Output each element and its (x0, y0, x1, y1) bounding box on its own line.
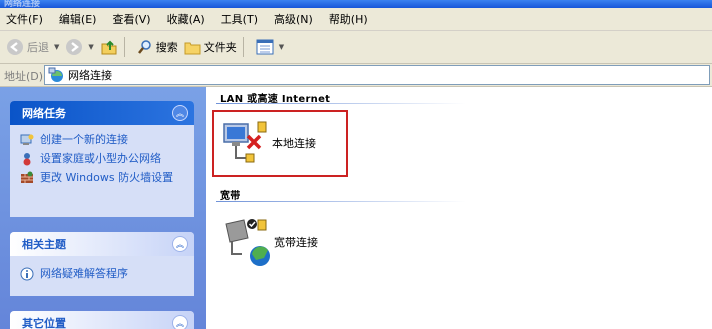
up-folder-button[interactable] (100, 38, 118, 56)
menu-help[interactable]: 帮助(H) (323, 11, 378, 27)
search-icon (137, 40, 151, 54)
network-tasks-title: 网络任务 (22, 107, 66, 120)
network-tasks-panel: 网络任务 ︽ 创建一个新的连接 设置家庭或小型办公网络 更改 Windows 防… (10, 101, 194, 217)
task-firewall-settings[interactable]: 更改 Windows 防火墙设置 (10, 168, 194, 187)
related-topics-panel: 相关主题 ︽ 网络疑难解答程序 (10, 232, 194, 296)
info-icon (20, 267, 34, 281)
title-bar: 网络连接 (0, 0, 712, 9)
chevron-down-icon: ▼ (278, 43, 285, 51)
address-input[interactable]: 网络连接 (44, 65, 710, 85)
menu-view[interactable]: 查看(V) (106, 11, 160, 27)
task-network-troubleshooter[interactable]: 网络疑难解答程序 (10, 264, 194, 283)
chevron-down-icon: ▼ (54, 43, 60, 51)
address-bar: 地址(D) 网络连接 (0, 64, 712, 87)
firewall-icon (21, 171, 33, 183)
back-label: 后退 (27, 41, 49, 54)
connection-label: 宽带连接 (274, 236, 318, 249)
task-label: 网络疑难解答程序 (40, 267, 128, 280)
search-button[interactable]: 搜索 (137, 39, 178, 55)
task-label: 创建一个新的连接 (40, 133, 128, 146)
menu-edit[interactable]: 编辑(E) (53, 11, 107, 27)
address-value: 网络连接 (68, 69, 112, 82)
menu-tools[interactable]: 工具(T) (215, 11, 268, 27)
toolbar-separator (242, 37, 244, 57)
views-button[interactable]: ▼ (256, 39, 284, 55)
toolbar: 后退 ▼ ▼ 搜索 文件夹 ▼ (0, 31, 712, 64)
task-home-network[interactable]: 设置家庭或小型办公网络 (10, 149, 194, 168)
group-divider (216, 103, 466, 104)
group-divider (216, 201, 466, 202)
related-topics-title: 相关主题 (22, 238, 66, 251)
menu-bar: 文件(F) 编辑(E) 查看(V) 收藏(A) 工具(T) 高级(N) 帮助(H… (0, 8, 712, 31)
folders-button[interactable]: 文件夹 (184, 39, 237, 55)
address-label: 地址(D) (4, 70, 44, 83)
home-network-icon (23, 153, 31, 166)
other-places-title: 其它位置 (22, 317, 66, 329)
task-pane: 网络任务 ︽ 创建一个新的连接 设置家庭或小型办公网络 更改 Windows 防… (0, 87, 206, 329)
chevron-down-icon: ▼ (88, 43, 94, 51)
collapse-icon[interactable]: ︽ (172, 236, 188, 252)
connection-item-broadband[interactable]: 宽带连接 (220, 214, 318, 270)
task-label: 更改 Windows 防火墙设置 (40, 171, 174, 184)
broadband-connection-icon (225, 219, 270, 266)
network-tasks-header[interactable]: 网络任务 ︽ (10, 101, 194, 125)
task-create-connection[interactable]: 创建一个新的连接 (10, 130, 194, 149)
task-label: 设置家庭或小型办公网络 (40, 152, 161, 165)
other-places-header[interactable]: 其它位置 ︽ (10, 311, 194, 329)
up-folder-icon (101, 40, 117, 55)
back-button[interactable]: 后退 ▼ (6, 38, 59, 56)
related-topics-header[interactable]: 相关主题 ︽ (10, 232, 194, 256)
menu-favorites[interactable]: 收藏(A) (161, 11, 215, 27)
views-icon (256, 39, 274, 55)
menu-file[interactable]: 文件(F) (0, 11, 53, 27)
folder-icon (184, 42, 201, 54)
folders-label: 文件夹 (203, 41, 237, 54)
highlight-box (212, 110, 348, 177)
new-connection-icon (20, 134, 34, 145)
other-places-panel: 其它位置 ︽ (10, 311, 194, 329)
forward-arrow-icon (66, 39, 83, 55)
back-arrow-icon (7, 39, 23, 55)
toolbar-separator (123, 37, 125, 57)
menu-advanced[interactable]: 高级(N) (268, 11, 323, 27)
network-connections-icon (48, 67, 63, 82)
group-title-broadband: 宽带 (220, 191, 241, 202)
search-label: 搜索 (155, 41, 178, 54)
collapse-icon[interactable]: ︽ (172, 105, 188, 121)
forward-button[interactable]: ▼ (65, 38, 94, 56)
collapse-icon[interactable]: ︽ (172, 315, 188, 329)
